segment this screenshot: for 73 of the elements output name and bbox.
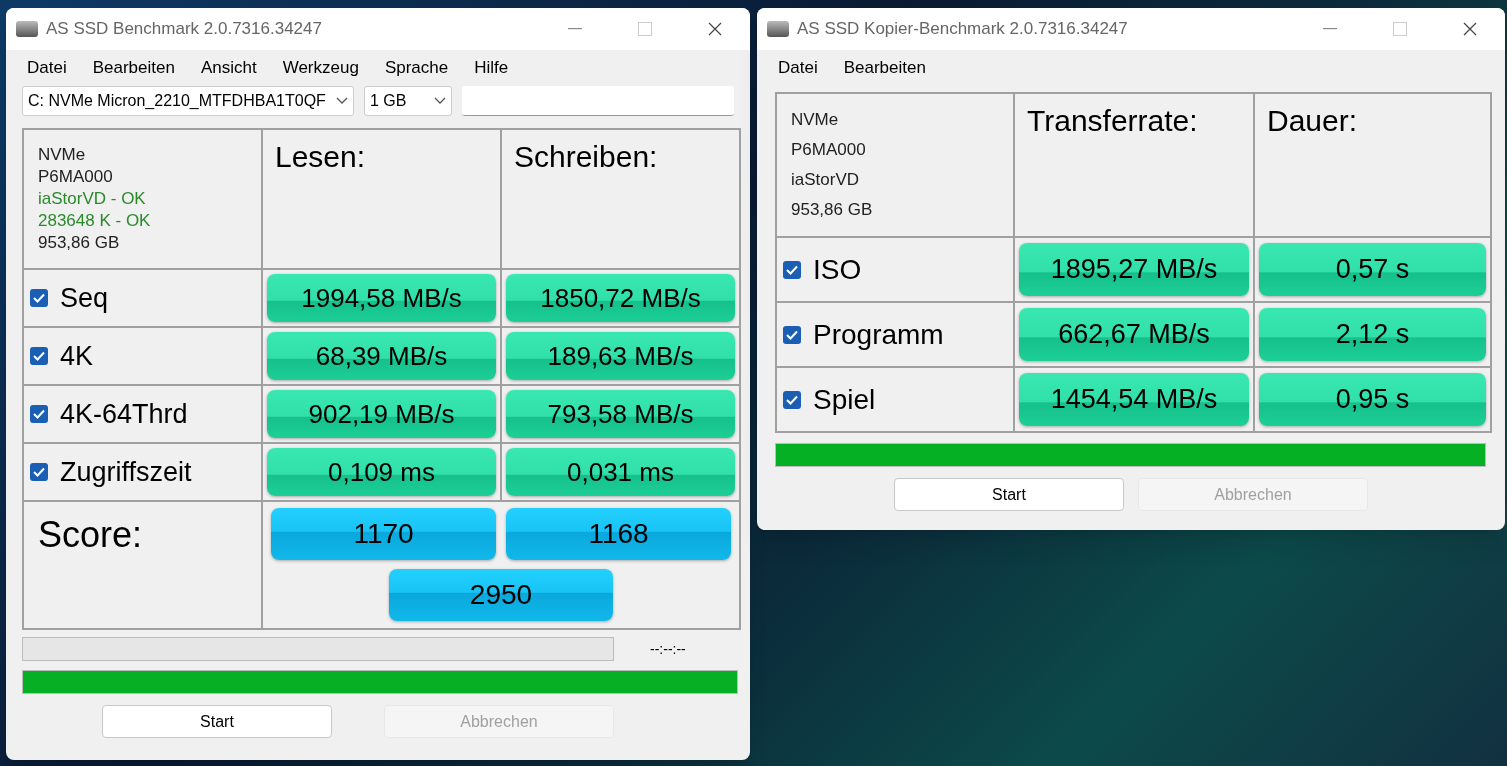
menu-item[interactable]: Hilfe	[461, 55, 522, 81]
action-button[interactable]: Start	[102, 705, 332, 738]
checkbox[interactable]	[783, 260, 801, 279]
test-label: 4K-64Thrd	[60, 397, 188, 431]
result-value: 1895,27 MB/s	[1019, 242, 1249, 297]
result-value: 662,67 MB/s	[1019, 307, 1249, 362]
result-value: 1850,72 MB/s	[506, 274, 735, 322]
minimize-icon	[1323, 28, 1337, 30]
drive-info: P6MA000	[38, 166, 114, 188]
score-value: 1170	[271, 508, 496, 560]
minimize-icon	[568, 28, 582, 30]
result-value: 189,63 MB/s	[506, 332, 735, 380]
drive-dropdown[interactable]: C: NVMe Micron_2210_MTFDHBA1T0QF	[22, 86, 354, 116]
menu-item[interactable]: Sprache	[371, 55, 462, 81]
menu-item[interactable]: Bearbeiten	[830, 55, 939, 81]
chevron-down-icon	[434, 97, 446, 105]
elapsed-time: --:--:--	[650, 639, 686, 659]
test-label: Seq	[60, 281, 109, 315]
test-label: Zugriffszeit	[60, 455, 192, 489]
result-value: 68,39 MB/s	[267, 332, 496, 380]
maximize-icon	[638, 22, 652, 36]
menu-item[interactable]: Datei	[765, 55, 831, 81]
drive-info: iaStorVD - OK	[38, 188, 147, 210]
test-label: Spiel	[813, 382, 876, 417]
result-value: 1994,58 MB/s	[267, 274, 496, 322]
result-value: 2,12 s	[1259, 307, 1486, 362]
menu-item[interactable]: Ansicht	[187, 55, 270, 81]
test-label: ISO	[813, 252, 862, 287]
window-title: AS SSD Kopier-Benchmark 2.0.7316.34247	[797, 18, 1129, 41]
close-icon	[1463, 22, 1477, 36]
checkbox[interactable]	[30, 289, 48, 307]
result-value: 0,57 s	[1259, 242, 1486, 297]
result-value: 793,58 MB/s	[506, 390, 735, 438]
close-icon	[708, 22, 722, 36]
drive-info: 953,86 GB	[791, 199, 874, 221]
result-value: 0,109 ms	[267, 448, 496, 496]
action-button[interactable]: Start	[894, 478, 1124, 511]
drive-info: iaStorVD	[791, 169, 861, 191]
drive-info: 283648 K - OK	[38, 210, 152, 232]
test-label: Programm	[813, 317, 944, 352]
checkbox[interactable]	[30, 463, 48, 481]
result-value: 0,95 s	[1259, 372, 1486, 427]
size-dropdown[interactable]: 1 GB	[364, 86, 452, 116]
checkbox[interactable]	[30, 405, 48, 423]
drive-info: 953,86 GB	[38, 232, 121, 254]
maximize-icon	[1393, 22, 1407, 36]
score-value: 1168	[506, 508, 731, 560]
total-score-value: 2950	[389, 569, 613, 621]
column-header: Lesen:	[275, 140, 366, 173]
result-value: 1454,54 MB/s	[1019, 372, 1249, 427]
test-label: 4K	[60, 339, 94, 373]
result-value: 0,031 ms	[506, 448, 735, 496]
drive-icon	[767, 21, 789, 37]
drive-info: NVMe	[791, 109, 840, 131]
dropdown-value: C: NVMe Micron_2210_MTFDHBA1T0QF	[28, 91, 327, 111]
menu-item[interactable]: Werkzeug	[269, 55, 372, 81]
column-header: Transferrate:	[1027, 104, 1198, 137]
chevron-down-icon	[336, 97, 348, 105]
drive-info: P6MA000	[791, 139, 867, 161]
checkbox[interactable]	[783, 325, 801, 344]
checkbox[interactable]	[30, 347, 48, 365]
menu-item[interactable]: Bearbeiten	[79, 55, 188, 81]
text-field[interactable]	[462, 86, 734, 116]
checkbox[interactable]	[783, 390, 801, 409]
menu-item[interactable]: Datei	[14, 55, 80, 81]
drive-icon	[16, 21, 38, 37]
dropdown-value: 1 GB	[370, 91, 408, 111]
column-header: Dauer:	[1267, 104, 1358, 137]
result-value: 902,19 MB/s	[267, 390, 496, 438]
drive-info: NVMe	[38, 144, 87, 166]
window-title: AS SSD Benchmark 2.0.7316.34247	[46, 18, 323, 41]
column-header: Schreiben:	[514, 140, 658, 173]
score-label: Score:	[38, 514, 143, 555]
